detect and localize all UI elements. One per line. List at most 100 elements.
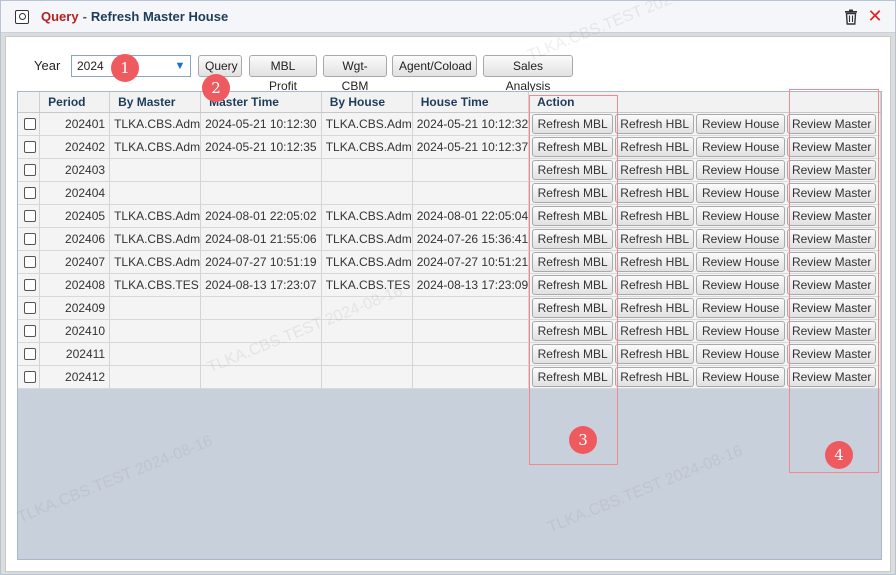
refresh-hbl-button[interactable]: Refresh HBL [615, 205, 695, 226]
by-master-cell [109, 365, 202, 389]
row-checkbox[interactable] [24, 302, 36, 315]
trash-icon[interactable] [844, 9, 858, 25]
by-house-cell: TLKA.CBS.Adm [321, 112, 413, 136]
wgt-cbm-button[interactable]: Wgt-CBM [323, 55, 387, 93]
toolbar: Year 2024 ▼ Query MBL Profit Wgt-CBM Age… [6, 37, 890, 93]
review-house-button[interactable]: Review House [696, 136, 786, 157]
title-separator: - [82, 9, 87, 24]
annotation-marker-1: 1 [111, 54, 139, 82]
table-row[interactable]: 202403 Refresh MBL Refresh HBL Review House… [18, 158, 881, 182]
by-master-cell [109, 296, 202, 320]
by-master-cell [109, 342, 202, 366]
column-header-house-time[interactable]: House Time [412, 92, 530, 113]
refresh-hbl-button[interactable]: Refresh HBL [615, 343, 695, 364]
table-row[interactable]: 202404 Refresh MBL Refresh HBL Review House… [18, 181, 881, 205]
row-checkbox[interactable] [24, 279, 36, 292]
mbl-profit-button[interactable]: MBL Profit [249, 55, 317, 93]
review-house-button[interactable]: Review House [696, 228, 786, 249]
row-checkbox[interactable] [24, 141, 36, 154]
by-house-cell [321, 342, 413, 366]
row-select-cell [18, 296, 41, 320]
table-row[interactable]: 202410 Refresh MBL Refresh HBL Review House… [18, 319, 881, 343]
refresh-hbl-button[interactable]: Refresh HBL [615, 159, 695, 180]
period-grid: Period By Master Master Time By House Ho… [17, 91, 882, 560]
review-house-button[interactable]: Review House [696, 251, 786, 272]
period-cell: 202401 [39, 112, 111, 136]
refresh-hbl-button[interactable]: Refresh HBL [615, 182, 695, 203]
row-checkbox[interactable] [24, 256, 36, 269]
row-checkbox[interactable] [24, 118, 36, 131]
by-house-cell: TLKA.CBS.Adm [321, 204, 413, 228]
master-time-cell: 2024-08-13 17:23:07 [200, 273, 322, 297]
by-master-cell: TLKA.CBS.TES [109, 273, 202, 297]
refresh-hbl-button[interactable]: Refresh HBL [615, 113, 695, 134]
review-house-button[interactable]: Review House [696, 113, 786, 134]
row-checkbox[interactable] [24, 233, 36, 246]
refresh-hbl-button[interactable]: Refresh HBL [615, 274, 695, 295]
by-house-cell [321, 296, 413, 320]
review-house-button[interactable]: Review House [696, 343, 786, 364]
period-cell: 202411 [39, 342, 111, 366]
review-house-button[interactable]: Review House [696, 320, 786, 341]
table-row[interactable]: 202406 TLKA.CBS.Adm 2024-08-01 21:55:06 TLK… [18, 227, 881, 251]
refresh-hbl-button[interactable]: Refresh HBL [615, 228, 695, 249]
table-row[interactable]: 202401 TLKA.CBS.Adm 2024-05-21 10:12:30 TLK… [18, 112, 881, 136]
review-house-button[interactable]: Review House [696, 297, 786, 318]
by-master-cell: TLKA.CBS.Adm [109, 227, 202, 251]
master-time-cell [200, 365, 322, 389]
by-house-cell [321, 181, 413, 205]
review-house-button[interactable]: Review House [696, 366, 786, 387]
row-checkbox[interactable] [24, 325, 36, 338]
period-cell: 202406 [39, 227, 111, 251]
refresh-hbl-button[interactable]: Refresh HBL [615, 320, 695, 341]
period-cell: 202405 [39, 204, 111, 228]
by-house-cell: TLKA.CBS.Adm [321, 250, 413, 274]
row-checkbox[interactable] [24, 187, 36, 200]
chevron-down-icon[interactable]: ▼ [170, 56, 190, 76]
table-row[interactable]: 202408 TLKA.CBS.TES 2024-08-13 17:23:07 TLK… [18, 273, 881, 297]
house-time-cell: 2024-08-01 22:05:04 [412, 204, 530, 228]
column-header-by-master[interactable]: By Master [109, 92, 202, 113]
review-house-button[interactable]: Review House [696, 205, 786, 226]
close-icon[interactable]: ✕ [867, 7, 883, 25]
master-time-cell [200, 296, 322, 320]
table-row[interactable]: 202405 TLKA.CBS.Adm 2024-08-01 22:05:02 TLK… [18, 204, 881, 228]
agent-coload-button[interactable]: Agent/Coload [392, 55, 477, 77]
refresh-hbl-button[interactable]: Refresh HBL [615, 136, 695, 157]
column-header-period[interactable]: Period [39, 92, 111, 113]
table-row[interactable]: 202411 Refresh MBL Refresh HBL Review House… [18, 342, 881, 366]
house-time-cell: 2024-08-13 17:23:09 [412, 273, 530, 297]
house-time-cell [412, 342, 530, 366]
title-main: Refresh Master House [90, 9, 229, 24]
review-house-button[interactable]: Review House [696, 274, 786, 295]
row-select-cell [18, 227, 41, 251]
master-time-cell: 2024-05-21 10:12:30 [200, 112, 322, 136]
by-master-cell: TLKA.CBS.Adm [109, 250, 202, 274]
refresh-hbl-button[interactable]: Refresh HBL [615, 297, 695, 318]
period-cell: 202409 [39, 296, 111, 320]
row-checkbox[interactable] [24, 348, 36, 361]
refresh-hbl-button[interactable]: Refresh HBL [615, 366, 695, 387]
refresh-hbl-button[interactable]: Refresh HBL [615, 251, 695, 272]
table-row[interactable]: 202407 TLKA.CBS.Adm 2024-07-27 10:51:19 TLK… [18, 250, 881, 274]
title-prefix: Query [41, 9, 79, 24]
table-row[interactable]: 202412 Refresh MBL Refresh HBL Review House… [18, 365, 881, 389]
row-checkbox[interactable] [24, 371, 36, 384]
row-select-cell [18, 158, 41, 182]
sales-analysis-button[interactable]: Sales Analysis [483, 55, 573, 93]
select-column-header [18, 92, 41, 113]
row-checkbox[interactable] [24, 164, 36, 177]
table-row[interactable]: 202402 TLKA.CBS.Adm 2024-05-21 10:12:35 TLK… [18, 135, 881, 159]
period-cell: 202404 [39, 181, 111, 205]
period-cell: 202410 [39, 319, 111, 343]
review-house-button[interactable]: Review House [696, 182, 786, 203]
window-title: Query - Refresh Master House [41, 9, 228, 24]
column-header-by-house[interactable]: By House [321, 92, 413, 113]
by-master-cell: TLKA.CBS.Adm [109, 204, 202, 228]
search-window-icon [15, 10, 29, 24]
review-house-button[interactable]: Review House [696, 159, 786, 180]
table-row[interactable]: 202409 Refresh MBL Refresh HBL Review House… [18, 296, 881, 320]
by-house-cell: TLKA.CBS.Adm [321, 135, 413, 159]
row-checkbox[interactable] [24, 210, 36, 223]
period-table: Period By Master Master Time By House Ho… [18, 92, 881, 389]
